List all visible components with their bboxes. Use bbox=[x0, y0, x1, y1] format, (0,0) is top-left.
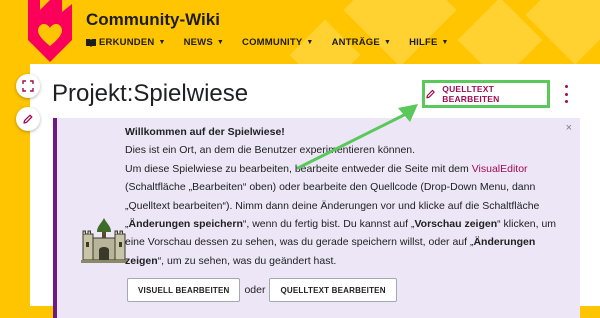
nav-label: NEWS bbox=[183, 37, 213, 48]
nav-news[interactable]: NEWS ▼ bbox=[184, 37, 224, 48]
notice-line: “ klicken, um bbox=[497, 218, 557, 231]
nav-community[interactable]: COMMUNITY ▼ bbox=[242, 37, 314, 48]
header-decoration bbox=[343, 0, 457, 67]
nav-label: ERKUNDEN bbox=[99, 37, 155, 48]
nav-erkunden[interactable]: ERKUNDEN ▼ bbox=[86, 37, 166, 48]
source-edit-button[interactable]: QUELLTEXT BEARBEITEN bbox=[269, 278, 397, 302]
nav-label: HILFE bbox=[409, 37, 438, 48]
nav-label: COMMUNITY bbox=[242, 37, 303, 48]
visualeditor-link[interactable]: VisualEditor bbox=[472, 163, 528, 175]
notice-line: “, wenn du fertig bist. Du kannst auf „ bbox=[242, 218, 415, 231]
notice-bold: Änderungen bbox=[473, 236, 536, 249]
book-icon bbox=[86, 39, 96, 47]
main-nav: ERKUNDEN ▼ NEWS ▼ COMMUNITY ▼ ANTRÄGE ▼ … bbox=[86, 37, 467, 48]
notice-bold: Änderungen speichern bbox=[128, 218, 243, 231]
visual-edit-button[interactable]: VISUELL BEARBEITEN bbox=[127, 278, 241, 302]
caret-down-icon: ▼ bbox=[158, 39, 166, 46]
notice-line: Dies ist ein Ort, an dem die Benutzer ex… bbox=[125, 144, 416, 157]
edit-button[interactable] bbox=[16, 107, 40, 131]
notice-line: eine Vorschau dessen zu sehen, was du ge… bbox=[125, 236, 474, 249]
fandom-logo[interactable] bbox=[22, 0, 78, 62]
caret-down-icon: ▼ bbox=[383, 39, 392, 46]
notice-line: Um diese Spielwiese zu bearbeiten, bearb… bbox=[125, 162, 472, 175]
caret-down-icon: ▼ bbox=[216, 39, 225, 46]
expand-button[interactable] bbox=[16, 74, 40, 98]
castle-icon bbox=[81, 218, 127, 263]
notice-bold: zeigen bbox=[125, 254, 158, 267]
side-tools bbox=[16, 74, 40, 131]
notice-line: „Quelltext bearbeiten“). Nimm dann deine… bbox=[125, 199, 540, 212]
notice-buttons: VISUELL BEARBEITEN oder QUELLTEXT BEARBE… bbox=[127, 278, 397, 302]
nav-hilfe[interactable]: HILFE ▼ bbox=[409, 37, 449, 48]
wiki-title[interactable]: Community-Wiki bbox=[86, 10, 220, 30]
page-title: Projekt:Spielwiese bbox=[52, 80, 249, 107]
caret-down-icon: ▼ bbox=[306, 39, 314, 46]
caret-down-icon: ▼ bbox=[441, 39, 449, 46]
pencil-icon bbox=[23, 114, 33, 124]
pencil-icon bbox=[426, 89, 435, 99]
welcome-notice: × Willkommen auf der Spielwiese! Dies is… bbox=[53, 118, 580, 318]
nav-label: ANTRÄGE bbox=[331, 37, 380, 48]
edit-source-label: QUELLTEXT BEARBEITEN bbox=[442, 84, 500, 104]
notice-text: Willkommen auf der Spielwiese! Dies ist … bbox=[125, 123, 580, 270]
edit-source-button[interactable]: QUELLTEXT BEARBEITEN bbox=[422, 80, 550, 108]
header-decoration bbox=[525, 0, 600, 65]
notice-line: “, um zu sehen, was du geändert hast. bbox=[157, 254, 337, 267]
expand-icon bbox=[22, 80, 34, 92]
page-content: Projekt:Spielwiese QUELLTEXT BEARBEITEN … bbox=[30, 64, 600, 318]
notice-heading: Willkommen auf der Spielwiese! bbox=[125, 126, 285, 138]
more-actions-icon[interactable] bbox=[563, 85, 569, 103]
or-text: oder bbox=[244, 284, 266, 296]
nav-antraege[interactable]: ANTRÄGE ▼ bbox=[332, 37, 392, 48]
notice-bold: Vorschau zeigen bbox=[414, 218, 498, 231]
notice-line: (Schaltfläche „Bearbeiten“ oben) oder be… bbox=[125, 181, 536, 194]
